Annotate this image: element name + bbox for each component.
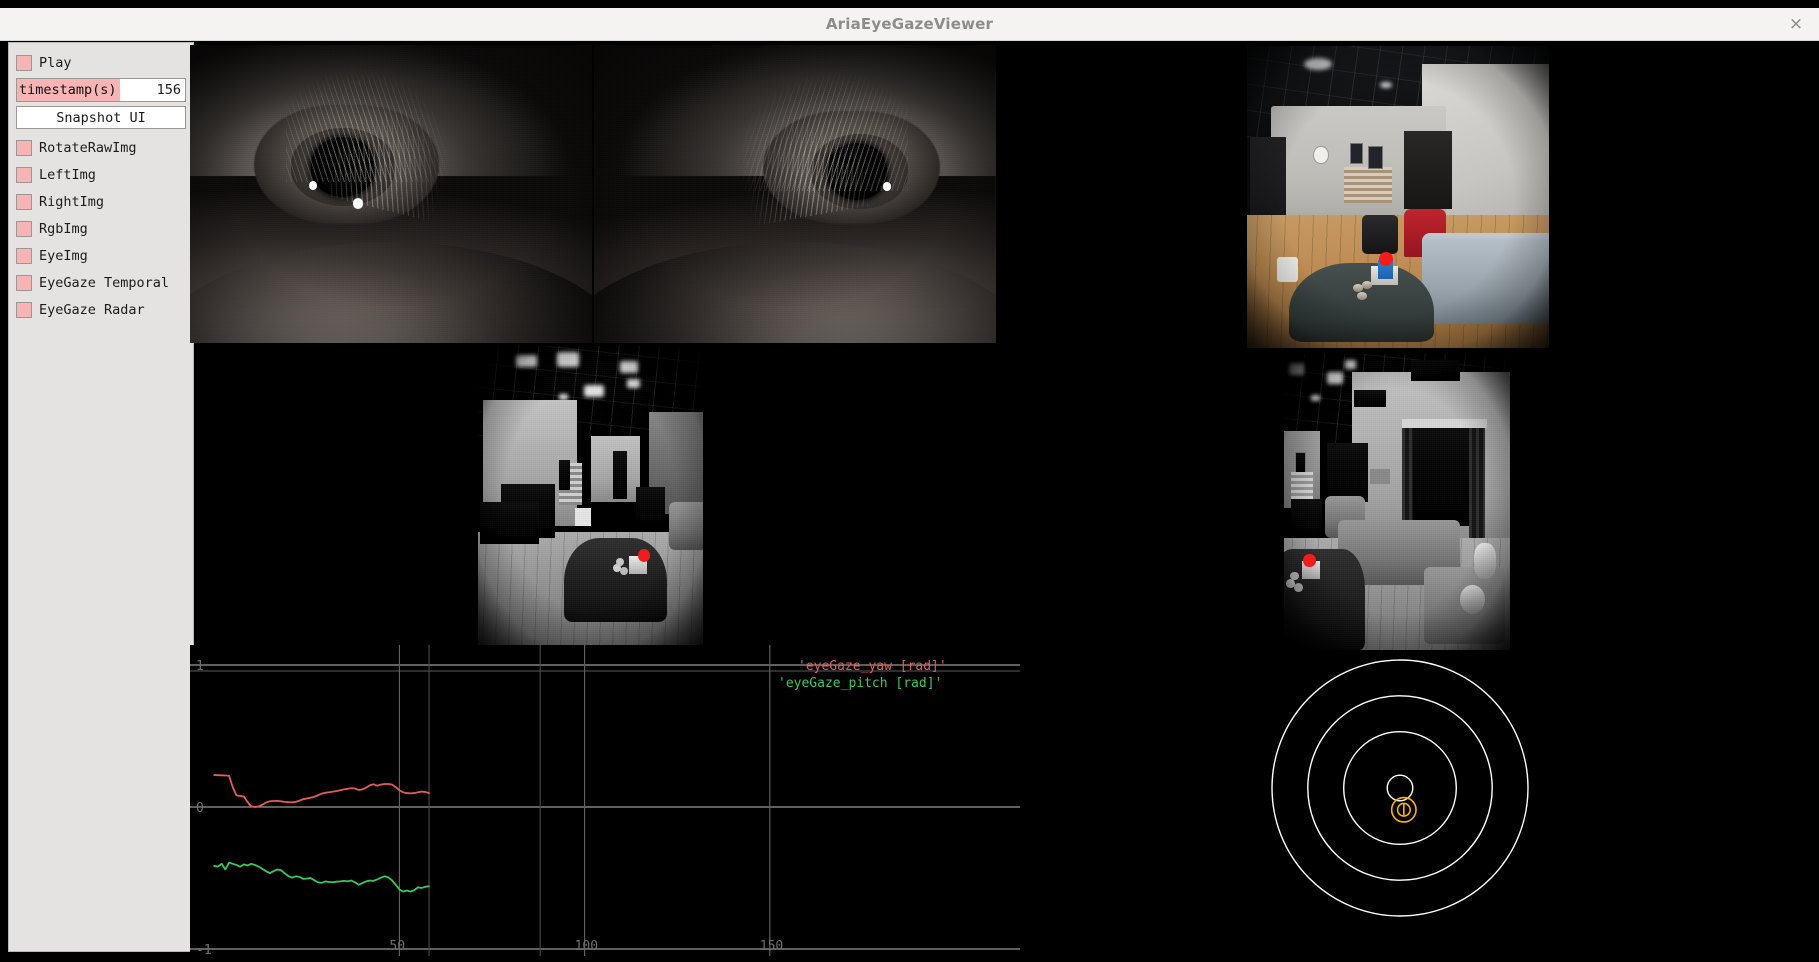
svg-text:100: 100 xyxy=(575,939,598,954)
leftimg-label: LeftImg xyxy=(39,166,96,183)
timestamp-label: timestamp(s) xyxy=(17,79,120,101)
eyeimg-label: EyeImg xyxy=(39,247,88,264)
rgbimg-label: RgbImg xyxy=(39,220,88,237)
timestamp-value[interactable]: 156 xyxy=(120,79,185,101)
timestamp-input[interactable]: timestamp(s) 156 xyxy=(16,78,186,102)
play-checkbox[interactable] xyxy=(16,54,32,71)
svg-text:50: 50 xyxy=(389,939,405,954)
gaze-point-rgb xyxy=(1378,251,1393,266)
left-eye-camera-image xyxy=(190,45,592,343)
radar-canvas[interactable] xyxy=(1255,655,1545,925)
snapshot-ui-button[interactable]: Snapshot UI xyxy=(16,106,186,129)
eyegaze-radar-checkbox[interactable] xyxy=(16,301,32,318)
eyegaze-radar-label: EyeGaze Radar xyxy=(39,301,145,318)
leftimg-checkbox[interactable] xyxy=(16,166,32,183)
sidebar-item-leftimg[interactable]: LeftImg xyxy=(16,161,186,188)
plot-canvas[interactable]: 1 0 -1 50 100 150 xyxy=(190,645,1020,962)
title-bar: AriaEyeGazeViewer × xyxy=(0,8,1819,41)
eye-camera-pair xyxy=(190,45,996,343)
play-label: Play xyxy=(39,54,72,71)
gaze-point-slam-left xyxy=(637,548,651,562)
rotaterawimg-label: RotateRawImg xyxy=(39,139,137,156)
eyeimg-checkbox[interactable] xyxy=(16,247,32,264)
sidebar-item-rgbimg[interactable]: RgbImg xyxy=(16,215,186,242)
eyegaze-temporal-plot[interactable]: 1 0 -1 50 100 150 'eyeGaze_yaw [rad]' 'eyeGaz… xyxy=(190,645,1020,962)
play-toggle-row[interactable]: Play xyxy=(16,49,186,76)
eyegaze-temporal-checkbox[interactable] xyxy=(16,274,32,291)
legend-yaw: 'eyeGaze_yaw [rad]' xyxy=(798,659,947,674)
sidebar-item-eyeimg[interactable]: EyeImg xyxy=(16,242,186,269)
right-eye-camera-image xyxy=(594,45,996,343)
slam-right-camera-image xyxy=(1284,354,1510,650)
rightimg-checkbox[interactable] xyxy=(16,193,32,210)
close-icon[interactable]: × xyxy=(1787,15,1805,33)
svg-text:-1: -1 xyxy=(196,943,212,958)
rightimg-label: RightImg xyxy=(39,193,105,210)
eyegaze-temporal-label: EyeGaze Temporal xyxy=(39,274,170,291)
sidebar-item-eyegaze-radar[interactable]: EyeGaze Radar xyxy=(16,296,186,323)
svg-text:150: 150 xyxy=(760,939,783,954)
control-sidebar: Play timestamp(s) 156 Snapshot UI Rotate… xyxy=(8,42,194,952)
window-title: AriaEyeGazeViewer xyxy=(825,15,994,33)
rgbimg-checkbox[interactable] xyxy=(16,220,32,237)
rgb-camera-image xyxy=(1247,46,1549,348)
window-top-strip xyxy=(0,0,1819,8)
svg-text:1: 1 xyxy=(196,659,204,674)
eyegaze-radar-plot[interactable] xyxy=(1255,655,1545,925)
gaze-point-slam-right xyxy=(1302,553,1316,568)
legend-pitch: 'eyeGaze_pitch [rad]' xyxy=(778,676,943,691)
sidebar-item-eyegaze-temporal[interactable]: EyeGaze Temporal xyxy=(16,269,186,296)
slam-left-camera-image xyxy=(478,346,703,646)
sidebar-item-rotaterawimg[interactable]: RotateRawImg xyxy=(16,134,186,161)
rotaterawimg-checkbox[interactable] xyxy=(16,139,32,156)
sidebar-item-rightimg[interactable]: RightImg xyxy=(16,188,186,215)
svg-text:0: 0 xyxy=(196,801,204,816)
app-window: AriaEyeGazeViewer × Play timestamp(s) 15… xyxy=(0,0,1819,962)
